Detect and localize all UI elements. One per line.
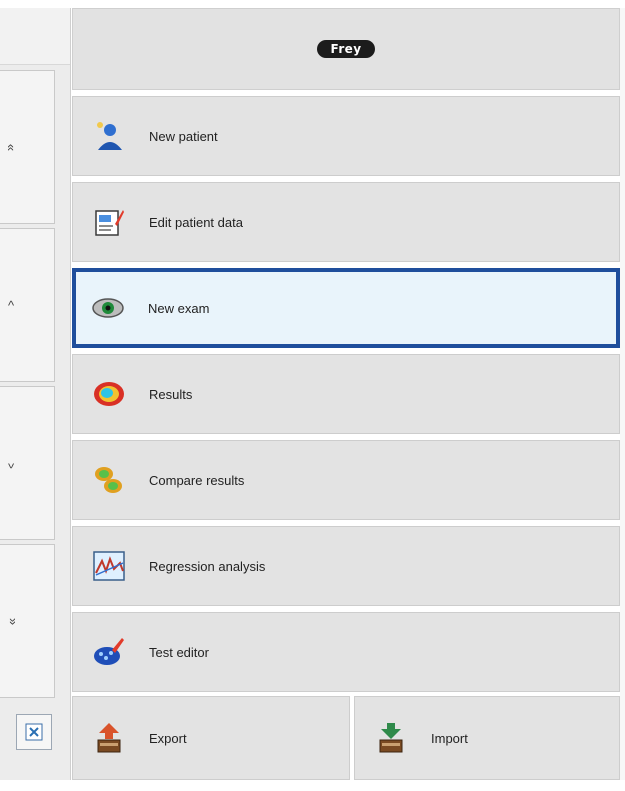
regression-chart-icon: [91, 548, 127, 584]
menu-item-regression-analysis[interactable]: Regression analysis: [72, 526, 620, 606]
page-down-button[interactable]: ^: [0, 386, 55, 540]
right-edge: [620, 8, 625, 780]
eye-exam-icon: [90, 290, 126, 326]
export-label: Export: [149, 730, 187, 746]
sync-icon: [25, 723, 43, 741]
test-editor-icon: [91, 634, 127, 670]
left-nav-top: [0, 8, 70, 65]
menu-item-label: Regression analysis: [149, 558, 266, 574]
menu-item-label: New patient: [149, 128, 218, 144]
edit-patient-icon: [91, 204, 127, 240]
compare-results-icon: [91, 462, 127, 498]
header-bar: Frey: [72, 8, 620, 90]
menu-item-new-exam[interactable]: New exam: [72, 268, 620, 348]
menu-item-compare-results[interactable]: Compare results: [72, 440, 620, 520]
menu-item-edit-patient-data[interactable]: Edit patient data: [72, 182, 620, 262]
sync-button[interactable]: [16, 714, 52, 750]
menu-item-label: Edit patient data: [149, 214, 243, 230]
menu-item-new-patient[interactable]: New patient: [72, 96, 620, 176]
import-button[interactable]: Import: [354, 696, 620, 780]
import-icon: [373, 720, 409, 756]
export-button[interactable]: Export: [72, 696, 350, 780]
results-heatmap-icon: [91, 376, 127, 412]
page-up-button[interactable]: ^: [0, 228, 55, 382]
page-down-double-button[interactable]: «: [0, 544, 55, 698]
double-chevron-up-icon: «: [4, 143, 20, 151]
chevron-down-icon: ^: [8, 455, 15, 471]
menu-item-label: Results: [149, 386, 193, 402]
menu-item-label: Test editor: [149, 644, 209, 660]
menu-item-label: New exam: [148, 300, 210, 316]
new-patient-icon: [91, 118, 127, 154]
page-up-double-button[interactable]: «: [0, 70, 55, 224]
menu-item-results[interactable]: Results: [72, 354, 620, 434]
user-badge: Frey: [316, 40, 376, 58]
menu-item-test-editor[interactable]: Test editor: [72, 612, 620, 692]
chevron-up-icon: ^: [8, 297, 15, 313]
export-icon: [91, 720, 127, 756]
menu-item-label: Compare results: [149, 472, 245, 488]
double-chevron-down-icon: «: [4, 617, 20, 625]
import-label: Import: [431, 730, 468, 746]
